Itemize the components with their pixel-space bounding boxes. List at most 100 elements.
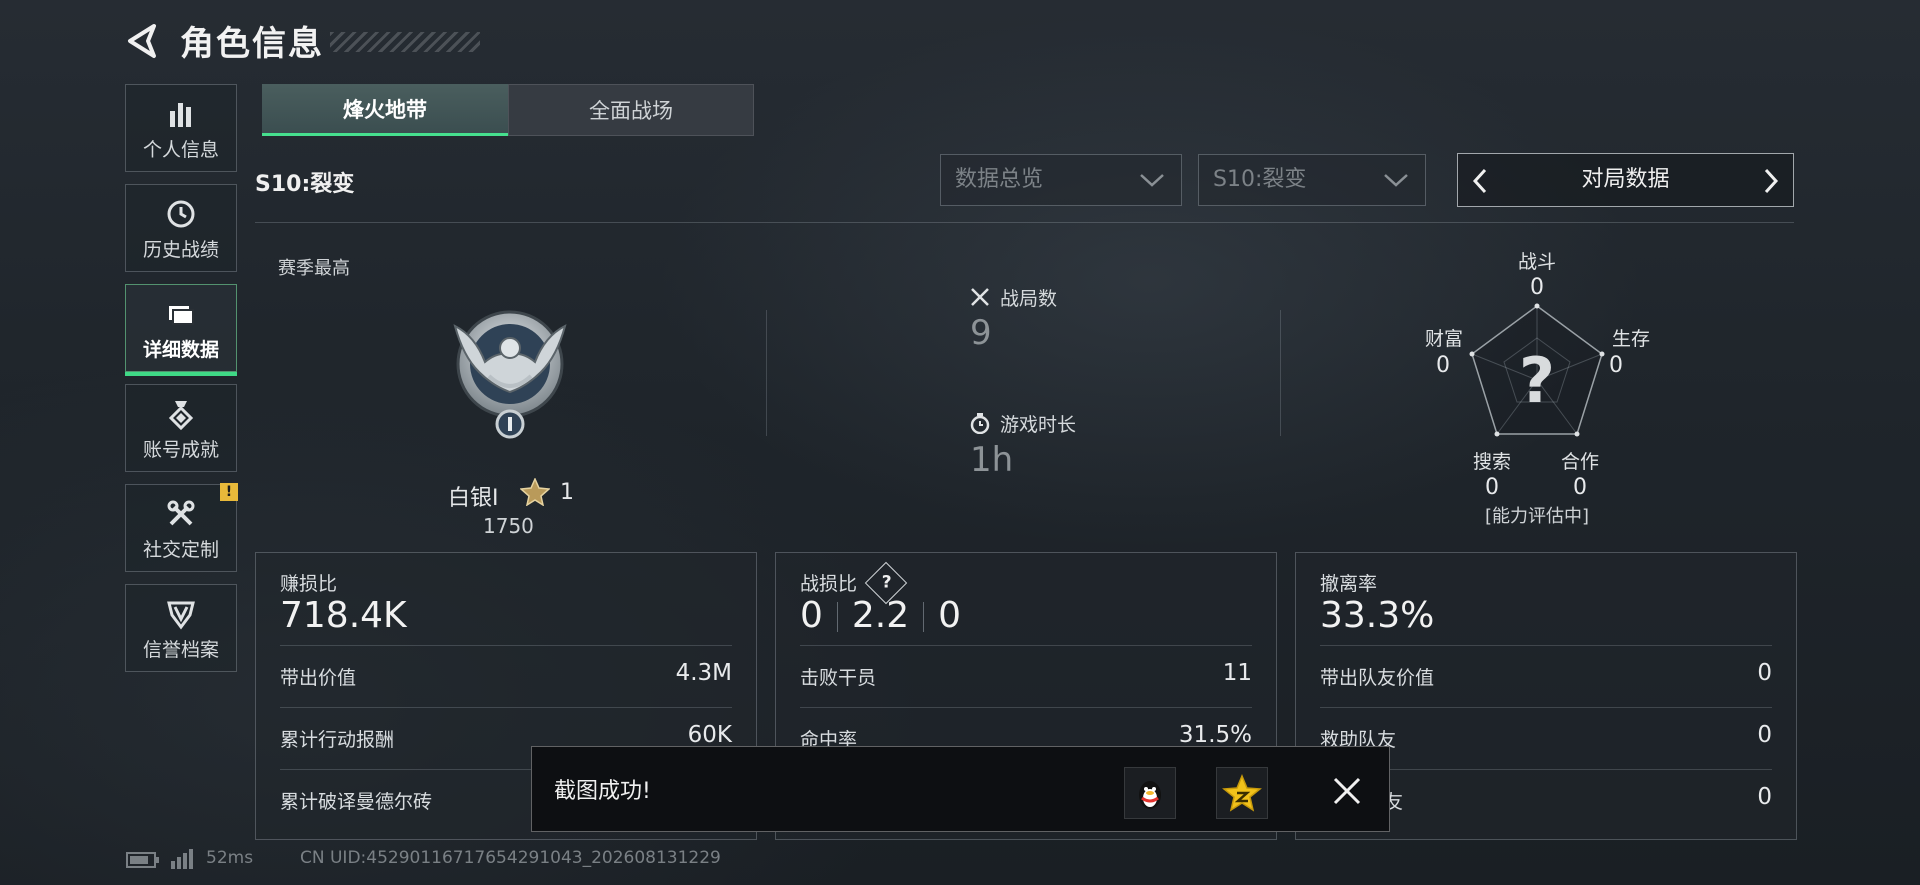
radar-cooperation-label: 合作	[1560, 451, 1599, 473]
radar-cooperation-value: 0	[1573, 475, 1587, 500]
page-title: 角色信息	[180, 24, 324, 64]
row-label: 带出队友价值	[1320, 667, 1435, 689]
row-value: 60K	[687, 722, 732, 748]
clock-history-icon	[126, 197, 236, 231]
screenshot-toast: 截图成功!	[531, 746, 1390, 832]
row-value: 4.3M	[675, 660, 732, 686]
row-label: 累计破译曼德尔砖	[280, 791, 433, 813]
data-type-pager: 对局数据	[1457, 153, 1794, 207]
toast-message: 截图成功!	[554, 779, 651, 804]
matches-value: 9	[970, 313, 992, 353]
radar-wealth-label: 财富	[1424, 328, 1463, 350]
sidebar-item-detail-data[interactable]: 详细数据	[125, 284, 237, 376]
signal-icon	[171, 849, 193, 869]
back-arrow-icon[interactable]	[124, 22, 160, 60]
radar-survival-value: 0	[1609, 353, 1623, 378]
stopwatch-icon	[970, 413, 990, 434]
radar-search-label: 搜索	[1472, 451, 1511, 473]
shield-emblem-icon	[126, 597, 236, 631]
matches-label: 战局数	[1000, 288, 1058, 310]
divider	[280, 707, 732, 708]
folder-icon	[126, 297, 236, 331]
sidebar-item-history[interactable]: 历史战绩	[125, 184, 237, 272]
kd-value: 2.2	[851, 595, 910, 636]
divider	[800, 645, 1252, 646]
divider	[1320, 707, 1772, 708]
sidebar-item-label: 信誉档案	[142, 639, 219, 661]
row-label: 带出价值	[280, 667, 357, 689]
dropdown-value: S10:裂变	[1213, 167, 1307, 192]
sidebar-item-label: 历史战绩	[142, 239, 219, 261]
card-title: 赚损比	[280, 573, 338, 595]
medal-icon	[126, 397, 236, 431]
bar-chart-icon	[126, 97, 236, 131]
playtime-label: 游戏时长	[1000, 414, 1077, 436]
divider	[800, 707, 1252, 708]
season-dropdown[interactable]: S10:裂变	[1198, 154, 1426, 206]
row-value: 11	[1222, 660, 1252, 686]
rank-stars: 1	[560, 480, 574, 505]
profit-ratio-value: 718.4K	[280, 595, 407, 636]
chevron-down-icon	[1384, 174, 1408, 187]
sidebar-item-reputation[interactable]: 信誉档案	[125, 584, 237, 672]
sidebar-item-label: 社交定制	[142, 539, 219, 561]
divider	[1320, 645, 1772, 646]
chevron-left-icon[interactable]	[1472, 168, 1488, 194]
radar-wealth-value: 0	[1436, 353, 1450, 378]
battery-icon	[126, 852, 159, 868]
chevron-right-icon[interactable]	[1763, 168, 1779, 194]
season-best-label: 赛季最高	[278, 258, 350, 279]
chevron-down-icon	[1140, 174, 1164, 187]
warning-badge: !	[220, 483, 238, 501]
sidebar-item-label: 详细数据	[142, 339, 219, 361]
tab-hazard-zone[interactable]: 烽火地带	[262, 84, 508, 136]
row-label: 累计行动报酬	[280, 729, 395, 751]
row-value: 31.5%	[1178, 722, 1252, 748]
radar-search-value: 0	[1485, 475, 1499, 500]
card-title: 撤离率	[1320, 573, 1378, 595]
close-icon[interactable]	[1332, 776, 1362, 806]
silver-rank-emblem-icon	[453, 310, 567, 439]
rank-score: 1750	[483, 514, 534, 538]
ability-radar-chart: ?	[1469, 303, 1605, 437]
radar-center-mark: ?	[1519, 344, 1555, 417]
card-title-text: 战损比	[800, 573, 858, 595]
sidebar-item-personal-info[interactable]: 个人信息	[125, 84, 237, 172]
row-value: 0	[1757, 784, 1772, 810]
pager-label: 对局数据	[1581, 167, 1670, 192]
crossed-swords-icon	[971, 288, 989, 306]
title-decoration	[330, 32, 480, 52]
kd-value: 0	[938, 595, 962, 636]
divider	[280, 645, 732, 646]
divider	[766, 310, 767, 436]
share-qq-button[interactable]	[1124, 767, 1176, 819]
star-icon	[520, 478, 550, 506]
radar-combat-value: 0	[1530, 275, 1544, 300]
qq-penguin-icon	[1139, 781, 1161, 809]
tab-all-out-warfare[interactable]: 全面战场	[508, 84, 754, 136]
dropdown-value: 数据总览	[955, 167, 1044, 192]
row-value: 0	[1757, 722, 1772, 748]
radar-combat-label: 战斗	[1517, 251, 1556, 273]
overview-dropdown[interactable]: 数据总览	[940, 154, 1182, 206]
player-uid: CN UID:452901167176542910​43_20260813122…	[300, 848, 721, 868]
extract-rate-value: 33.3%	[1320, 595, 1435, 636]
radar-status: [能力评估中]	[1484, 506, 1590, 527]
season-label: S10:裂变	[255, 172, 355, 197]
radar-survival-label: 生存	[1611, 328, 1650, 350]
ping-value: 52ms	[206, 848, 254, 868]
sidebar-item-achievements[interactable]: 账号成就	[125, 384, 237, 472]
kd-value: 0	[800, 595, 823, 636]
divider	[255, 222, 1794, 223]
playtime-value: 1h	[970, 440, 1014, 480]
rank-name: 白银I	[448, 486, 499, 511]
sidebar-item-social[interactable]: 社交定制 !	[125, 483, 238, 572]
divider	[1280, 310, 1281, 436]
share-qzone-button[interactable]	[1216, 767, 1268, 819]
row-label: 击败干员	[800, 667, 877, 689]
sidebar-item-label: 账号成就	[142, 439, 219, 461]
tools-icon	[126, 497, 236, 531]
qzone-star-icon	[1222, 774, 1262, 812]
row-value: 0	[1757, 660, 1772, 686]
sidebar-item-label: 个人信息	[142, 139, 219, 161]
